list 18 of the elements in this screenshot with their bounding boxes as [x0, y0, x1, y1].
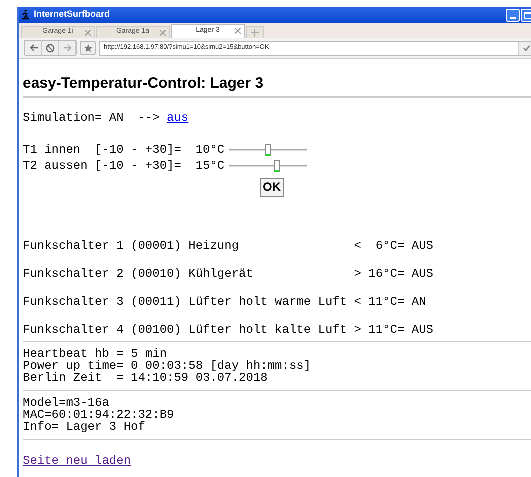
reload-link[interactable]: Seite neu laden [23, 455, 132, 467]
device-info-line: MAC=60:01:94:22:32:B9 [23, 409, 176, 421]
status-line: Power up time= 0 00:03:58 [day hh:mm:ss] [23, 360, 312, 372]
status-line: Heartbeat hb = 5 min [23, 348, 168, 360]
page-heading: easy-Temperatur-Control: Lager 3 [23, 75, 265, 93]
simulation-status: Simulation= AN --> [23, 112, 161, 124]
device-info-line: Model=m3-16a [23, 397, 110, 409]
status-line: Berlin Zeit = 14:10:59 03.07.2018 [23, 372, 268, 384]
ok-button[interactable]: OK [260, 178, 284, 197]
switch-status-line: Funkschalter 2 (00010) Kühlgerät > 16°C= AUS [23, 268, 434, 280]
window-title: InternetSurfboard [34, 8, 110, 22]
temperature-label: T1 innen [-10 - +30]= 10°C [23, 144, 225, 156]
switch-status-line: Funkschalter 1 (00001) Heizung < 6°C= AUS [23, 240, 434, 252]
switch-status-line: Funkschalter 4 (00100) Lüfter holt kalte Luft > 11°C= AUS [23, 324, 434, 336]
temperature-label: T2 aussen [-10 - +30]= 15°C [23, 160, 225, 172]
device-info-line: Info= Lager 3 Hof [23, 421, 146, 433]
switch-status-line: Funkschalter 3 (00011) Lüfter holt warme Luft < 11°C= AN [23, 296, 428, 308]
simulation-link[interactable]: aus [167, 112, 189, 124]
